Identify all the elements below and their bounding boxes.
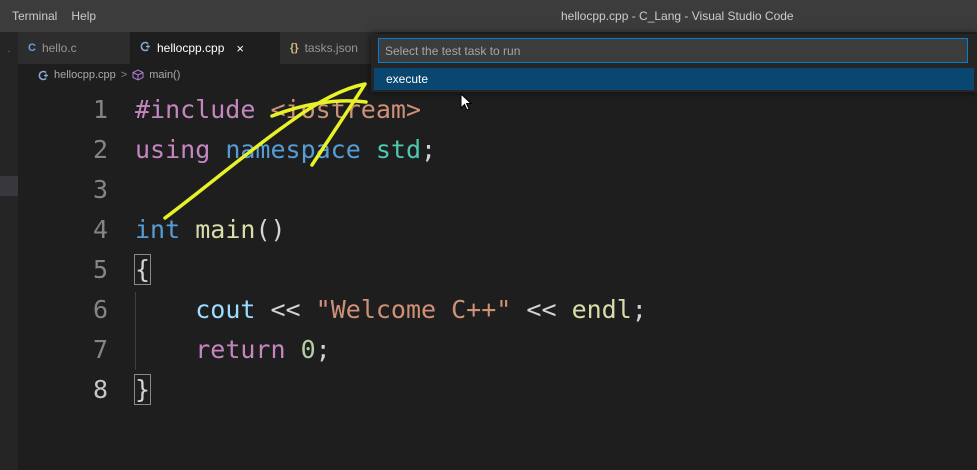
breadcrumb-separator: >	[120, 69, 128, 81]
menu-help[interactable]: Help	[71, 9, 96, 23]
line-number: 2	[92, 135, 108, 164]
code-line[interactable]: 4 int main()	[18, 210, 977, 250]
activity-selection[interactable]	[0, 176, 18, 196]
cube-icon	[132, 69, 144, 81]
line-content: cout << "Welcome C++" << endl;	[135, 290, 647, 330]
tab-hello-c[interactable]: C hello.c	[18, 32, 130, 64]
identifier: cout	[195, 295, 256, 324]
code-editor[interactable]: 1 #include <iostream> 2 using namespace …	[18, 88, 977, 470]
tab-label: hello.c	[41, 41, 77, 55]
namespace-name: std	[375, 135, 422, 164]
close-icon[interactable]: ×	[236, 41, 244, 56]
line-number: 1	[92, 95, 108, 124]
line-number: 5	[92, 255, 108, 284]
identifier: endl	[571, 295, 632, 324]
breadcrumb: hellocpp.cpp > main()	[38, 64, 180, 86]
operator: <<	[526, 295, 557, 324]
semicolon: ;	[631, 295, 647, 324]
open-brace: {	[133, 254, 152, 285]
line-number: 4	[92, 215, 108, 244]
cpp-glyph	[140, 41, 150, 52]
breadcrumb-file[interactable]: hellocpp.cpp	[54, 69, 116, 81]
activity-bar: ·	[0, 32, 18, 470]
keyword: using	[135, 135, 211, 164]
number-literal: 0	[300, 335, 316, 364]
semicolon: ;	[315, 335, 331, 364]
line-number: 3	[92, 175, 108, 204]
include-directive: #include	[135, 95, 256, 124]
function-name: main	[195, 215, 256, 244]
keyword: namespace	[225, 135, 361, 164]
return-keyword: return	[195, 335, 286, 364]
cpp-file-icon	[140, 41, 151, 55]
code-line[interactable]: 3	[18, 170, 977, 210]
line-content: return 0;	[135, 330, 331, 370]
parens: ()	[255, 215, 286, 244]
mouse-pointer-icon	[460, 93, 473, 111]
code-line[interactable]: 8 }	[18, 370, 977, 410]
line-content: {	[133, 250, 152, 290]
line-number: 8	[92, 375, 108, 404]
operator: <<	[270, 295, 301, 324]
line-number: 6	[92, 295, 108, 324]
code-line[interactable]: 5 {	[18, 250, 977, 290]
cpp-file-icon	[38, 70, 48, 80]
menu-terminal[interactable]: Terminal	[12, 9, 57, 23]
code-line[interactable]: 2 using namespace std;	[18, 130, 977, 170]
tab-label: hellocpp.cpp	[157, 41, 225, 55]
activity-indicator: ·	[7, 46, 11, 57]
line-content: using namespace std;	[135, 130, 436, 170]
include-header: <iostream>	[270, 95, 421, 124]
window-title: hellocpp.cpp - C_Lang - Visual Studio Co…	[561, 9, 794, 23]
tab-label: tasks.json	[304, 41, 358, 55]
line-content: }	[133, 370, 152, 410]
code-line[interactable]: 6 cout << "Welcome C++" << endl;	[18, 290, 977, 330]
tab-tasks-json[interactable]: {} tasks.json	[280, 32, 380, 64]
line-content: int main()	[135, 210, 286, 250]
quick-pick-item-execute[interactable]: execute	[374, 68, 974, 90]
code-line[interactable]: 7 return 0;	[18, 330, 977, 370]
quick-pick-input[interactable]	[378, 38, 968, 63]
json-file-icon: {}	[290, 42, 299, 54]
code-line[interactable]: 1 #include <iostream>	[18, 90, 977, 130]
type-keyword: int	[135, 215, 181, 244]
c-file-icon: C	[28, 42, 36, 54]
line-number: 7	[92, 335, 108, 364]
semicolon: ;	[421, 135, 437, 164]
line-content: #include <iostream>	[135, 90, 421, 130]
close-brace: }	[133, 374, 152, 405]
tab-hellocpp[interactable]: hellocpp.cpp ×	[130, 32, 280, 64]
menu-bar: Terminal Help	[12, 0, 96, 32]
quick-pick: execute	[371, 34, 977, 92]
string-literal: "Welcome C++"	[315, 295, 512, 324]
title-bar: Terminal Help hellocpp.cpp - C_Lang - Vi…	[0, 0, 977, 32]
breadcrumb-symbol[interactable]: main()	[149, 69, 180, 81]
